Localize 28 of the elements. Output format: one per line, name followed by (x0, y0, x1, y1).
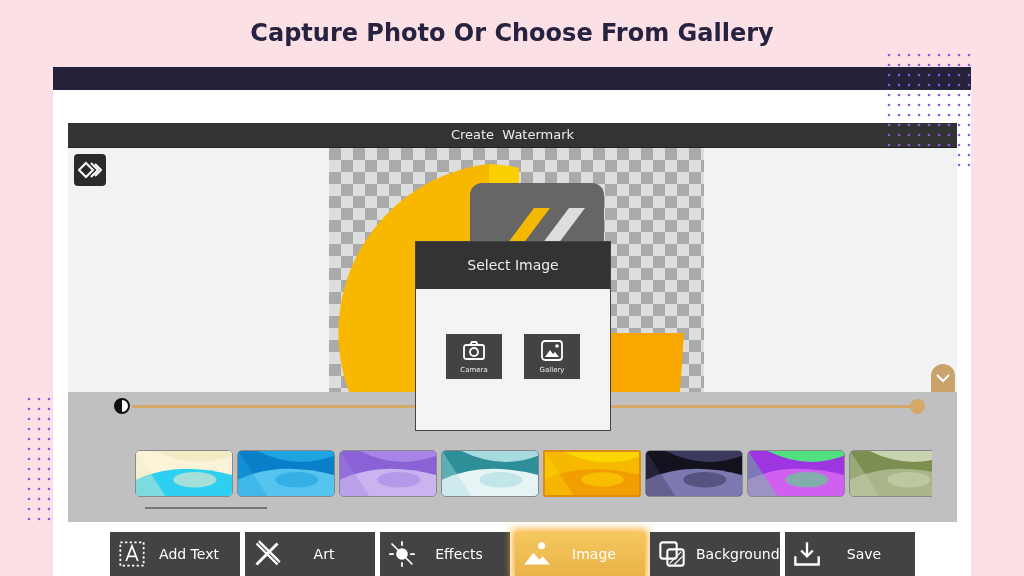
layers-icon (78, 161, 102, 179)
tool-button[interactable]: Add Text (110, 532, 240, 576)
headline: Capture Photo Or Choose From Gallery (249, 17, 775, 49)
background-thumbnail[interactable] (441, 450, 539, 497)
tool-button[interactable]: Background (650, 532, 780, 576)
background-thumbnail[interactable] (645, 450, 743, 497)
text-frame-icon (118, 540, 146, 568)
dialog-title: Select Image (416, 242, 610, 289)
app-title: Create Watermark (68, 123, 957, 148)
sparkle-icon (388, 540, 416, 568)
download-icon (793, 540, 821, 568)
background-thumbnail[interactable] (849, 450, 932, 497)
mountain-icon (523, 540, 551, 568)
chevron-down-icon (936, 373, 950, 383)
collapse-button[interactable] (931, 364, 955, 392)
tool-button[interactable]: Save (785, 532, 915, 576)
tool-button[interactable]: Art (245, 532, 375, 576)
background-thumbnail[interactable] (339, 450, 437, 497)
layers-square-icon (658, 540, 686, 568)
background-thumbnail[interactable] (237, 450, 335, 497)
contrast-icon (114, 398, 130, 414)
image-icon (540, 339, 564, 364)
slider-thumb[interactable] (910, 398, 925, 414)
layers-button[interactable] (74, 154, 106, 186)
background-thumbnail[interactable] (543, 450, 641, 497)
background-thumbnail[interactable] (747, 450, 845, 497)
tool-button[interactable]: Effects (380, 532, 510, 576)
background-thumbnail[interactable] (135, 450, 233, 497)
